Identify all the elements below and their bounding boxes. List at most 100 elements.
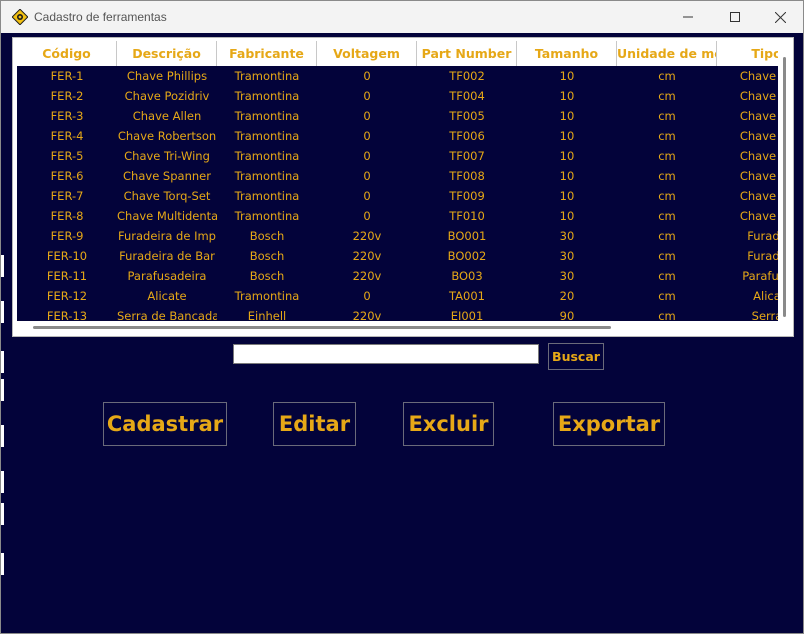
column-header-part-number[interactable]: Part Number (417, 41, 517, 66)
table-row[interactable]: FER-5 Chave Tri-Wing Tramontina 0 TF007 10 cm C… (17, 146, 778, 166)
register-button[interactable]: Cadastrar (103, 402, 227, 446)
cell-descricao: Chave Robertson (117, 129, 217, 143)
minimize-button[interactable] (665, 1, 711, 33)
cell-tamanho: 10 (559, 189, 575, 203)
table-row[interactable]: FER-7 Chave Torq-Set Tramontina 0 TF009 10 cm C… (17, 186, 778, 206)
cell-descricao: Furadeira de Bar (119, 249, 215, 263)
cell-voltagem: 220v (352, 309, 382, 321)
maximize-button[interactable] (712, 1, 758, 33)
app-icon (12, 9, 28, 25)
app-window: Cadastro de ferramentas Código Descrição… (0, 0, 804, 634)
cell-tipo: Chave de (739, 209, 778, 223)
cell-descricao: Parafusadeira (127, 269, 207, 283)
table-row[interactable]: FER-10 Furadeira de Bar Bosch 220v BO002 30 cm… (17, 246, 778, 266)
cell-unidade: cm (658, 289, 676, 303)
cell-part-number: BO001 (447, 229, 487, 243)
column-header-descricao[interactable]: Descrição (117, 41, 217, 66)
cell-codigo: FER-5 (50, 149, 84, 163)
cell-tamanho: 10 (559, 109, 575, 123)
column-header-unidade[interactable]: Unidade de me (617, 41, 717, 66)
cell-voltagem: 220v (352, 229, 382, 243)
table-row[interactable]: FER-3 Chave Allen Tramontina 0 TF005 10 cm Chav… (17, 106, 778, 126)
cell-voltagem: 0 (363, 209, 371, 223)
table-row[interactable]: FER-6 Chave Spanner Tramontina 0 TF008 10 cm Ch… (17, 166, 778, 186)
cell-descricao: Chave Tri-Wing (124, 149, 210, 163)
cell-descricao: Chave Pozidriv (124, 89, 210, 103)
cell-voltagem: 0 (363, 289, 371, 303)
search-input[interactable] (233, 344, 539, 364)
cell-part-number: TF007 (449, 149, 485, 163)
close-button[interactable] (757, 1, 803, 33)
cell-codigo: FER-3 (50, 109, 84, 123)
cell-descricao: Alicate (147, 289, 187, 303)
cell-codigo: FER-11 (46, 269, 88, 283)
cell-unidade: cm (658, 249, 676, 263)
cell-part-number: EI001 (450, 309, 484, 321)
cell-part-number: BO03 (451, 269, 483, 283)
minimize-icon (683, 16, 693, 18)
cell-fabricante: Tramontina (234, 89, 300, 103)
column-header-voltagem[interactable]: Voltagem (317, 41, 417, 66)
table-row[interactable]: FER-9 Furadeira de Imp Bosch 220v BO001 30 cm F… (17, 226, 778, 246)
edit-button[interactable]: Editar (273, 402, 356, 446)
column-header-tamanho[interactable]: Tamanho (517, 41, 617, 66)
table-body: FER-1 Chave Phillips Tramontina 0 TF002 10 cm C… (17, 66, 778, 321)
vertical-scroll-thumb[interactable] (783, 57, 786, 317)
background-artifact (1, 301, 4, 323)
cell-tamanho: 10 (559, 149, 575, 163)
cell-unidade: cm (658, 309, 676, 321)
cell-fabricante: Tramontina (234, 109, 300, 123)
delete-button[interactable]: Excluir (403, 402, 494, 446)
column-header-tipo[interactable]: Tipo (717, 41, 778, 66)
table-row[interactable]: FER-1 Chave Phillips Tramontina 0 TF002 10 cm C… (17, 66, 778, 86)
cell-tipo: Parafusa (742, 269, 778, 283)
table-row[interactable]: FER-13 Serra de Bancada Einhell 220v EI001 90… (17, 306, 778, 321)
cell-tipo: Serra (751, 309, 778, 321)
search-button[interactable]: Buscar (548, 343, 604, 370)
cell-part-number: TF006 (449, 129, 485, 143)
cell-fabricante: Bosch (249, 229, 285, 243)
table-row[interactable]: FER-4 Chave Robertson Tramontina 0 TF006 10 cm… (17, 126, 778, 146)
cell-voltagem: 0 (363, 69, 371, 83)
cell-tipo: Furade (747, 249, 778, 263)
cell-descricao: Chave Torq-Set (123, 189, 211, 203)
cell-tipo: Alica (753, 289, 778, 303)
background-artifact (1, 425, 4, 447)
cell-fabricante: Tramontina (234, 69, 300, 83)
cell-tamanho: 10 (559, 89, 575, 103)
column-header-fabricante[interactable]: Fabricante (217, 41, 317, 66)
cell-fabricante: Tramontina (234, 169, 300, 183)
cell-part-number: TF004 (449, 89, 485, 103)
cell-unidade: cm (658, 229, 676, 243)
tools-table[interactable]: Código Descrição Fabricante Voltagem Par… (17, 41, 778, 321)
cell-codigo: FER-1 (50, 69, 84, 83)
export-button[interactable]: Exportar (553, 402, 665, 446)
column-header-codigo[interactable]: Código (17, 41, 117, 66)
cell-tamanho: 10 (559, 69, 575, 83)
cell-tipo: Furade (747, 229, 778, 243)
cell-tipo: Chave de (739, 69, 778, 83)
cell-tamanho: 90 (559, 309, 575, 321)
maximize-icon (730, 12, 740, 22)
close-icon (774, 11, 786, 23)
table-row[interactable]: FER-12 Alicate Tramontina 0 TA001 20 cm Alica (17, 286, 778, 306)
horizontal-scroll-thumb[interactable] (33, 326, 611, 329)
cell-descricao: Serra de Bancada (117, 309, 217, 321)
cell-voltagem: 0 (363, 109, 371, 123)
cell-codigo: FER-10 (46, 249, 88, 263)
title-bar[interactable]: Cadastro de ferramentas (1, 1, 803, 33)
cell-descricao: Chave Multidenta (117, 209, 217, 223)
cell-part-number: TF008 (449, 169, 485, 183)
cell-tamanho: 30 (559, 249, 575, 263)
cell-codigo: FER-9 (50, 229, 84, 243)
table-row[interactable]: FER-8 Chave Multidenta Tramontina 0 TF010 10 c… (17, 206, 778, 226)
table-row[interactable]: FER-11 Parafusadeira Bosch 220v BO03 30 cm Para… (17, 266, 778, 286)
background-artifact (1, 471, 4, 493)
vertical-scrollbar[interactable] (779, 41, 791, 321)
cell-voltagem: 0 (363, 149, 371, 163)
cell-part-number: TF005 (449, 109, 485, 123)
table-row[interactable]: FER-2 Chave Pozidriv Tramontina 0 TF004 10 cm C… (17, 86, 778, 106)
background-artifact (1, 553, 4, 575)
horizontal-scrollbar[interactable] (17, 321, 779, 333)
cell-tamanho: 20 (559, 289, 575, 303)
